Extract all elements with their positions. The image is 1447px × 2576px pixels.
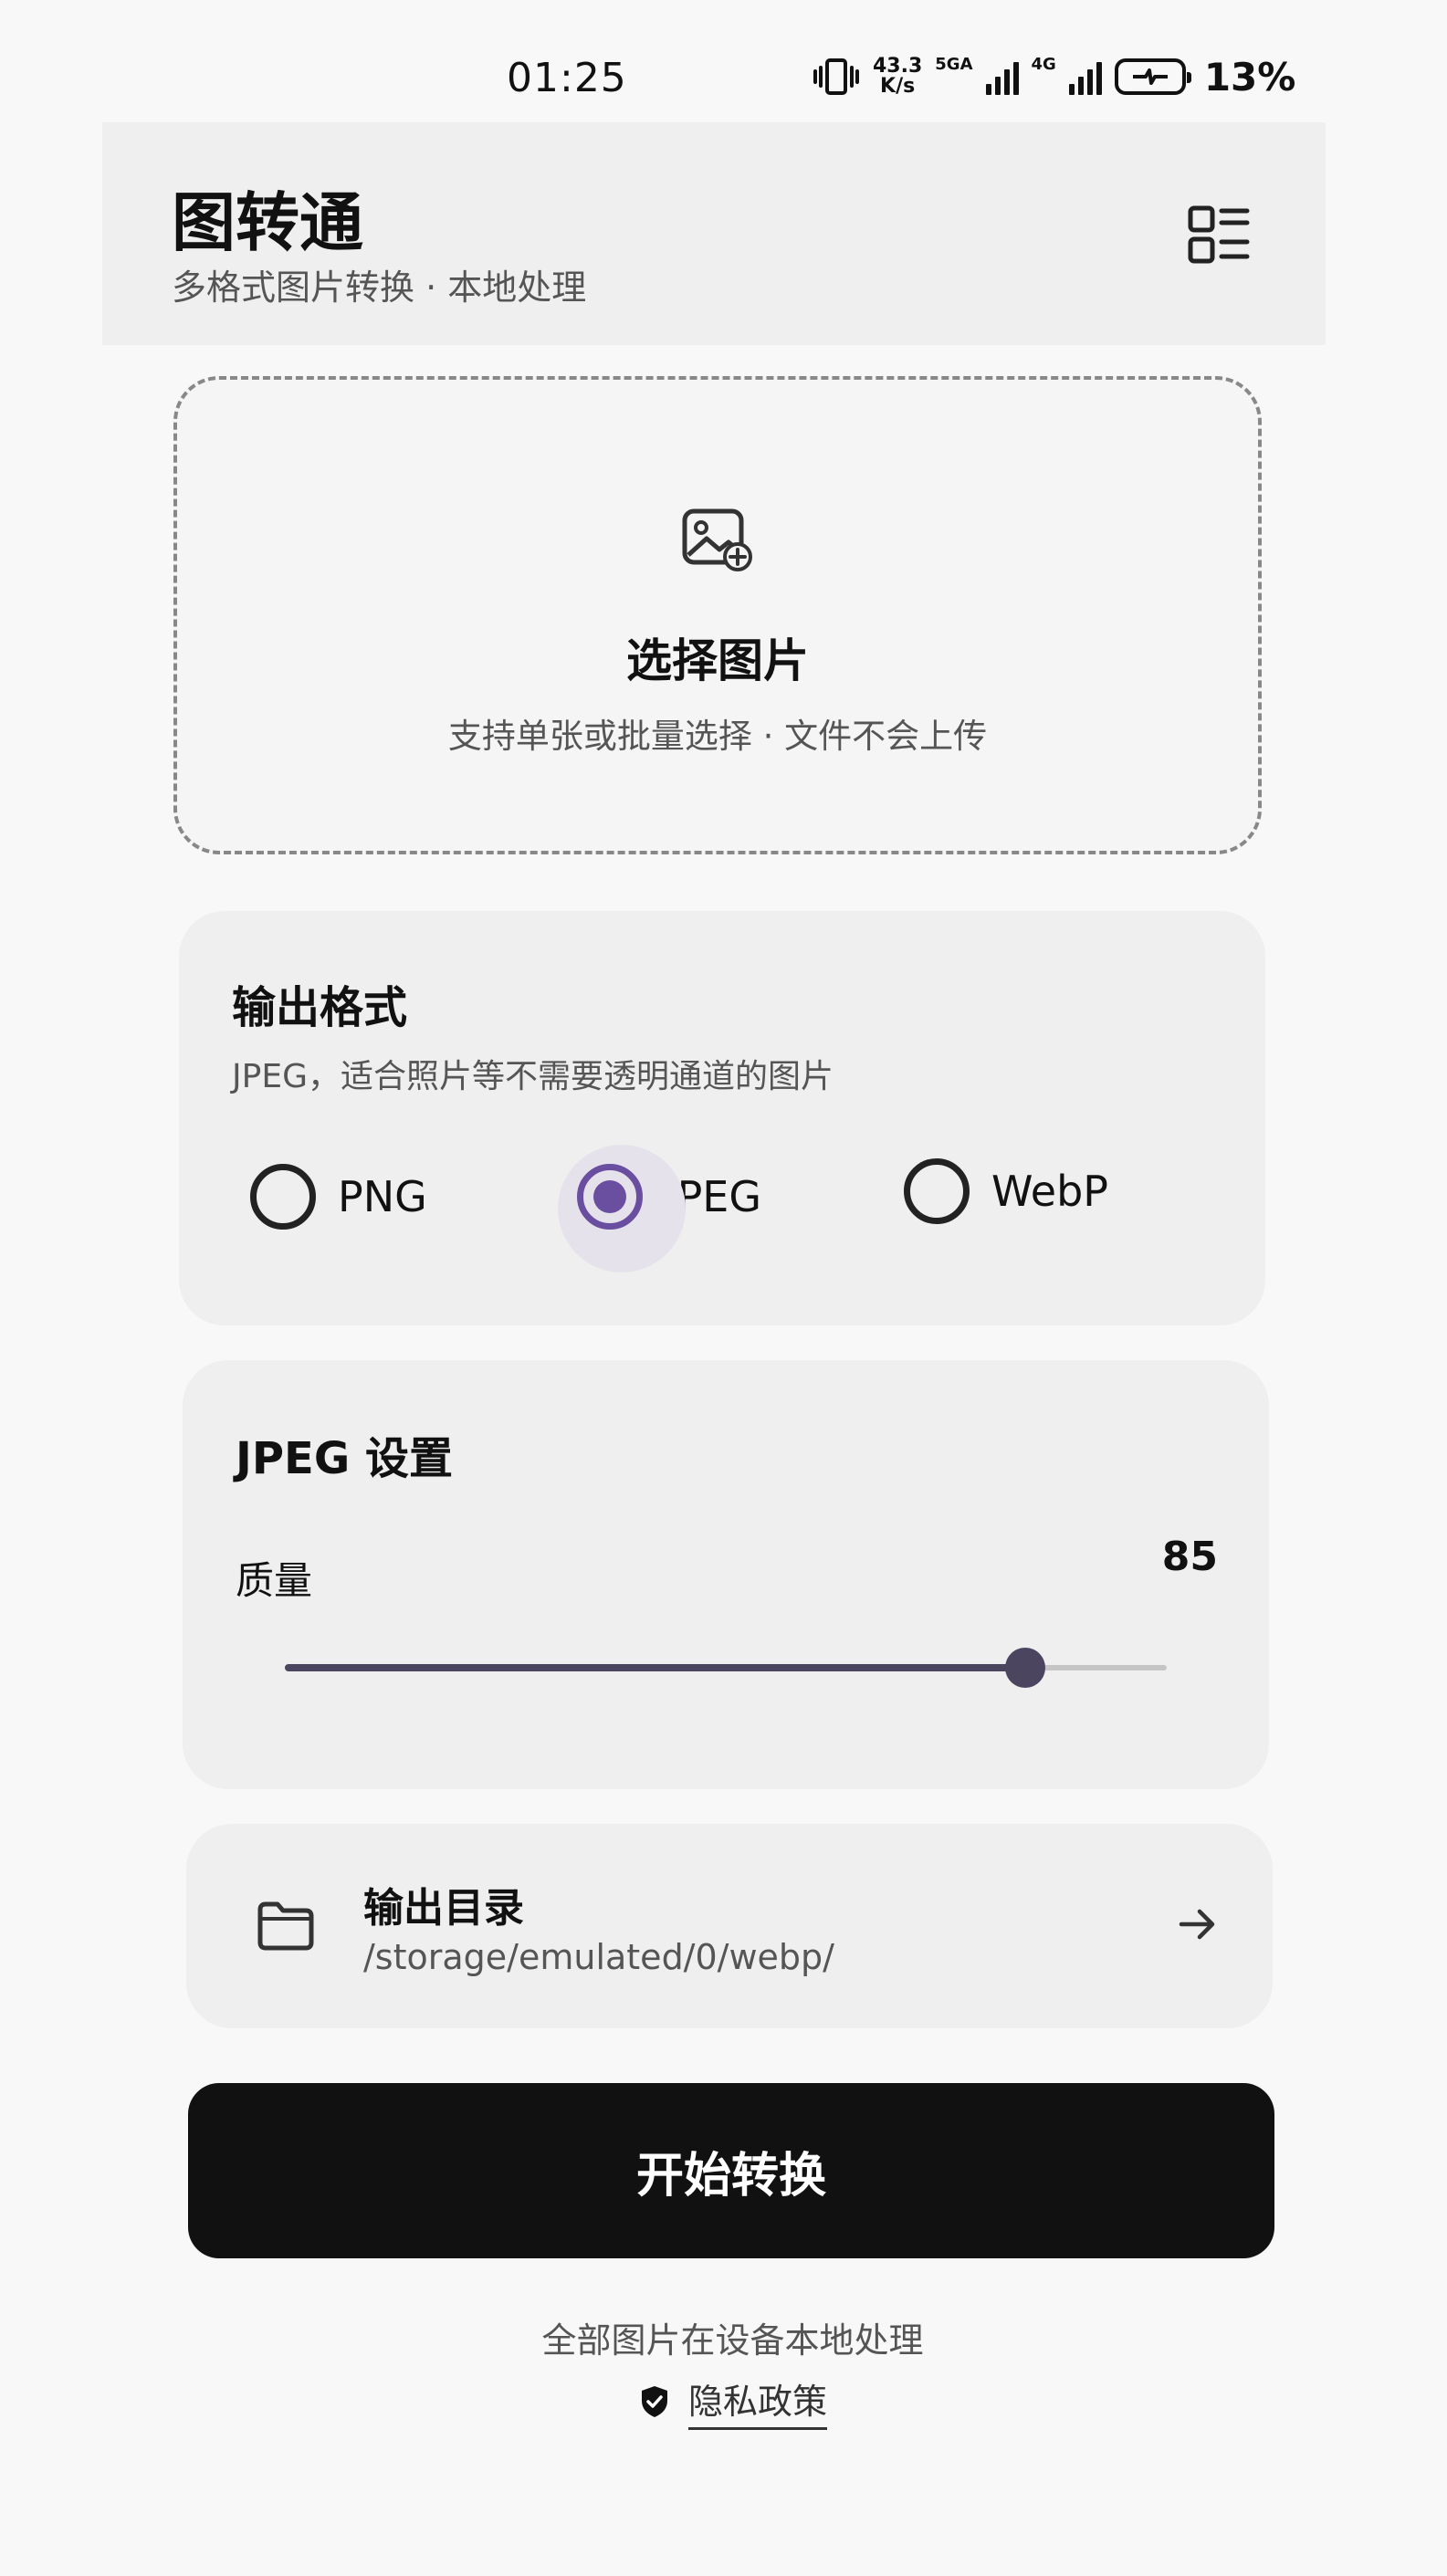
charging-icon — [1132, 68, 1168, 85]
format-option-jpeg[interactable]: JPEG — [558, 1145, 761, 1272]
menu-button[interactable] — [1178, 194, 1260, 276]
arrow-right-icon — [1179, 1909, 1215, 1940]
sim1-label: 5GA — [935, 55, 973, 74]
format-option-png[interactable]: PNG — [250, 1147, 427, 1247]
shield-check-icon — [642, 2386, 667, 2417]
status-bar: 01:25 43.3 K/s 5GA 4G 13% — [0, 46, 1447, 110]
start-convert-button[interactable]: 开始转换 — [188, 2083, 1274, 2258]
output-dir-path: /storage/emulated/0/webp/ — [363, 1937, 834, 1977]
privacy-policy-link[interactable]: 隐私政策 — [639, 2373, 828, 2430]
app-subtitle: 多格式图片转换 · 本地处理 — [172, 267, 587, 308]
battery-percent: 13% — [1203, 54, 1296, 99]
app-title: 图转通 — [172, 185, 363, 260]
format-label-webp: WebP — [991, 1167, 1109, 1216]
quality-value: 85 — [1161, 1534, 1218, 1580]
battery-icon — [1114, 58, 1191, 95]
slider-thumb[interactable] — [1005, 1648, 1046, 1688]
privacy-policy-label[interactable]: 隐私政策 — [688, 2373, 828, 2430]
output-format-title: 输出格式 — [232, 982, 408, 1033]
format-label-png: PNG — [338, 1172, 427, 1221]
radio-webp[interactable] — [904, 1158, 970, 1224]
output-format-card: 输出格式 JPEG，适合照片等不需要透明通道的图片 PNG JPEG WebP — [179, 911, 1265, 1325]
sim2-label: 4G — [1031, 55, 1056, 74]
output-format-description: JPEG，适合照片等不需要透明通道的图片 — [232, 1058, 834, 1095]
net-speed: 43.3 K/s — [873, 57, 922, 97]
app-screen: 01:25 43.3 K/s 5GA 4G 13% 图转通 多格式图片转换 · … — [0, 0, 1447, 2576]
image-add-icon — [682, 508, 752, 571]
radio-dot — [593, 1180, 626, 1213]
radio-png[interactable] — [250, 1164, 316, 1230]
folder-icon — [257, 1901, 314, 1951]
quality-slider[interactable] — [285, 1641, 1167, 1696]
format-option-webp[interactable]: WebP — [904, 1141, 1108, 1241]
signal-icon-2 — [1068, 58, 1102, 95]
signal-icon-1 — [985, 58, 1019, 95]
vibrate-icon — [813, 58, 859, 95]
net-speed-value: 43.3 — [873, 55, 923, 78]
radio-jpeg[interactable] — [577, 1164, 643, 1230]
app-header: 图转通 多格式图片转换 · 本地处理 — [102, 122, 1326, 345]
picker-title: 选择图片 — [626, 634, 809, 687]
jpeg-settings-title: JPEG 设置 — [236, 1433, 453, 1484]
grid-list-icon — [1188, 205, 1250, 264]
status-icons: 43.3 K/s 5GA 4G 13% — [813, 51, 1295, 102]
net-speed-unit: K/s — [880, 75, 916, 98]
output-dir-title: 输出目录 — [363, 1885, 524, 1932]
quality-label: 质量 — [236, 1558, 313, 1603]
output-dir-card[interactable]: 输出目录 /storage/emulated/0/webp/ — [186, 1824, 1273, 2028]
footer-note: 全部图片在设备本地处理 — [541, 2320, 924, 2361]
slider-fill — [285, 1664, 1026, 1671]
picker-hint: 支持单张或批量选择 · 文件不会上传 — [447, 717, 988, 756]
jpeg-settings-card: JPEG 设置 质量 85 — [183, 1360, 1269, 1789]
image-picker[interactable]: 选择图片 支持单张或批量选择 · 文件不会上传 — [173, 376, 1262, 854]
status-time: 01:25 — [507, 55, 627, 101]
